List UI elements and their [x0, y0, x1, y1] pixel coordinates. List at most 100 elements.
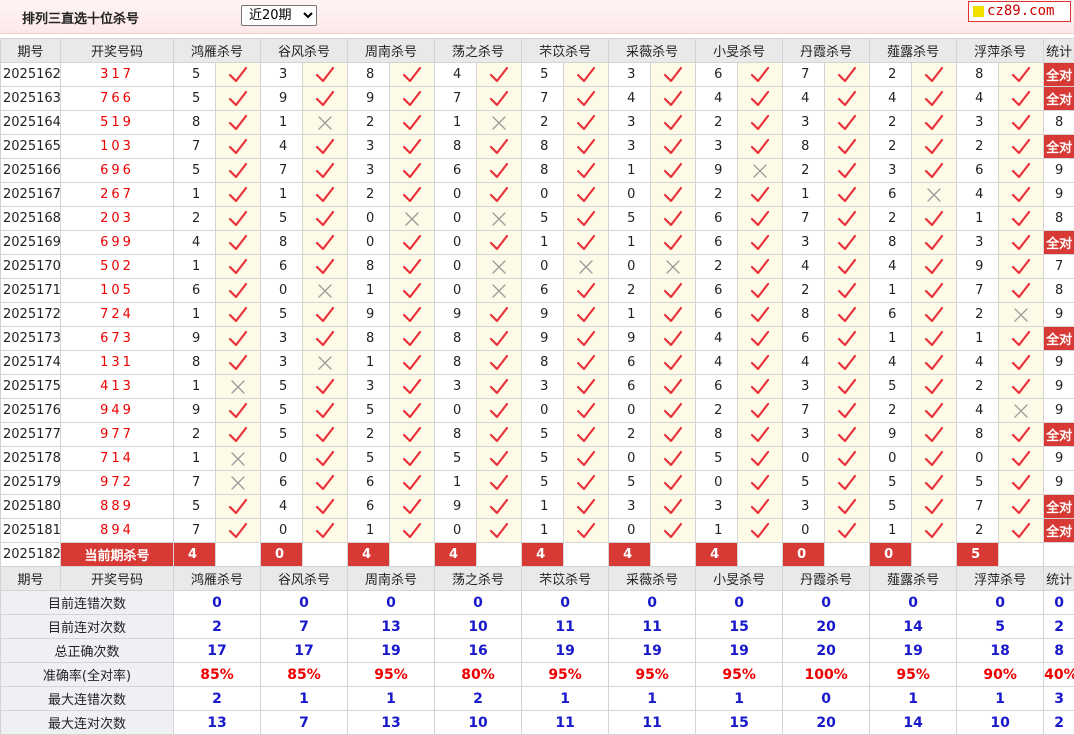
kill-number: 7 [261, 159, 303, 183]
kill-number: 6 [870, 303, 912, 327]
hit-cell [216, 519, 261, 543]
check-icon [576, 473, 596, 493]
kill-number: 1 [435, 111, 477, 135]
check-icon [750, 377, 770, 397]
kill-number: 3 [261, 63, 303, 87]
stats-value: 90% [957, 663, 1044, 687]
hit-cell [738, 351, 783, 375]
period-cell: 2025181 [1, 519, 61, 543]
total-count: 9 [1044, 159, 1074, 183]
kill-number: 5 [522, 207, 564, 231]
total-count: 9 [1044, 351, 1074, 375]
empty-cell [1044, 543, 1074, 567]
check-icon [1011, 233, 1031, 253]
check-icon [750, 449, 770, 469]
stats-value: 14 [870, 615, 957, 639]
check-icon [576, 425, 596, 445]
period-cell: 2025179 [1, 471, 61, 495]
top-bar: 排列三直选十位杀号 近20期 cz89.com [0, 0, 1074, 34]
check-icon [750, 425, 770, 445]
stats-value: 1 [957, 687, 1044, 711]
check-icon [315, 401, 335, 421]
check-icon [750, 113, 770, 133]
table-row: 20251623175384536728全对 [1, 63, 1074, 87]
kill-number: 3 [609, 111, 651, 135]
check-icon [402, 233, 422, 253]
kill-number: 0 [435, 207, 477, 231]
stats-value: 15 [696, 615, 783, 639]
hit-cell [477, 423, 522, 447]
kill-number: 4 [261, 135, 303, 159]
kill-number: 7 [783, 63, 825, 87]
stats-value: 0 [696, 591, 783, 615]
stats-value: 0 [870, 591, 957, 615]
hit-cell [564, 183, 609, 207]
empty-cell [738, 543, 783, 567]
stats-label: 总正确次数 [1, 639, 174, 663]
hit-cell [738, 183, 783, 207]
stats-value: 19 [696, 639, 783, 663]
column-header: 芣苡杀号 [522, 567, 609, 591]
check-icon [576, 209, 596, 229]
miss-cell [390, 207, 435, 231]
total-count: 8 [1044, 207, 1074, 231]
stats-label: 准确率(全对率) [1, 663, 174, 687]
hit-cell [825, 159, 870, 183]
current-kill-number: 4 [522, 543, 564, 567]
stats-total: 0 [1044, 591, 1074, 615]
period-select[interactable]: 近20期 [241, 5, 317, 26]
cross-icon [1011, 305, 1031, 325]
check-icon [489, 65, 509, 85]
check-icon [576, 89, 596, 109]
kill-number: 3 [783, 375, 825, 399]
check-icon [1011, 353, 1031, 373]
miss-cell [216, 447, 261, 471]
hit-cell [651, 231, 696, 255]
hit-cell [390, 231, 435, 255]
hit-cell [303, 375, 348, 399]
kill-number: 6 [696, 303, 738, 327]
kill-number: 2 [696, 399, 738, 423]
kill-number: 0 [609, 399, 651, 423]
draw-number: 103 [61, 135, 174, 159]
table-row: 20251736739388994611全对 [1, 327, 1074, 351]
check-icon [402, 377, 422, 397]
hit-cell [999, 231, 1044, 255]
hit-cell [303, 399, 348, 423]
check-icon [750, 65, 770, 85]
stats-label: 目前连错次数 [1, 591, 174, 615]
hit-cell [651, 351, 696, 375]
kill-number: 6 [435, 159, 477, 183]
check-icon [1011, 137, 1031, 157]
check-icon [315, 473, 335, 493]
kill-number: 4 [783, 255, 825, 279]
hit-cell [738, 255, 783, 279]
hit-cell [564, 135, 609, 159]
kill-number: 6 [696, 63, 738, 87]
check-icon [402, 113, 422, 133]
kill-number: 7 [174, 135, 216, 159]
check-icon [1011, 377, 1031, 397]
kill-number: 4 [870, 87, 912, 111]
kill-number: 6 [696, 375, 738, 399]
stats-value: 20 [783, 615, 870, 639]
check-icon [402, 257, 422, 277]
kill-number: 5 [261, 399, 303, 423]
kill-number: 6 [261, 255, 303, 279]
kill-number: 8 [174, 111, 216, 135]
current-kill-number: 5 [957, 543, 999, 567]
table-row: 202517997276615505559 [1, 471, 1074, 495]
hit-cell [999, 255, 1044, 279]
check-icon [315, 209, 335, 229]
kill-number: 0 [261, 279, 303, 303]
stats-value: 13 [174, 711, 261, 735]
stats-total: 40% [1044, 663, 1074, 687]
site-logo[interactable]: cz89.com [968, 1, 1071, 22]
check-icon [228, 401, 248, 421]
kill-number: 2 [783, 159, 825, 183]
kill-number: 2 [870, 399, 912, 423]
hit-cell [477, 447, 522, 471]
stats-value: 1 [522, 687, 609, 711]
check-icon [489, 521, 509, 541]
check-icon [924, 113, 944, 133]
